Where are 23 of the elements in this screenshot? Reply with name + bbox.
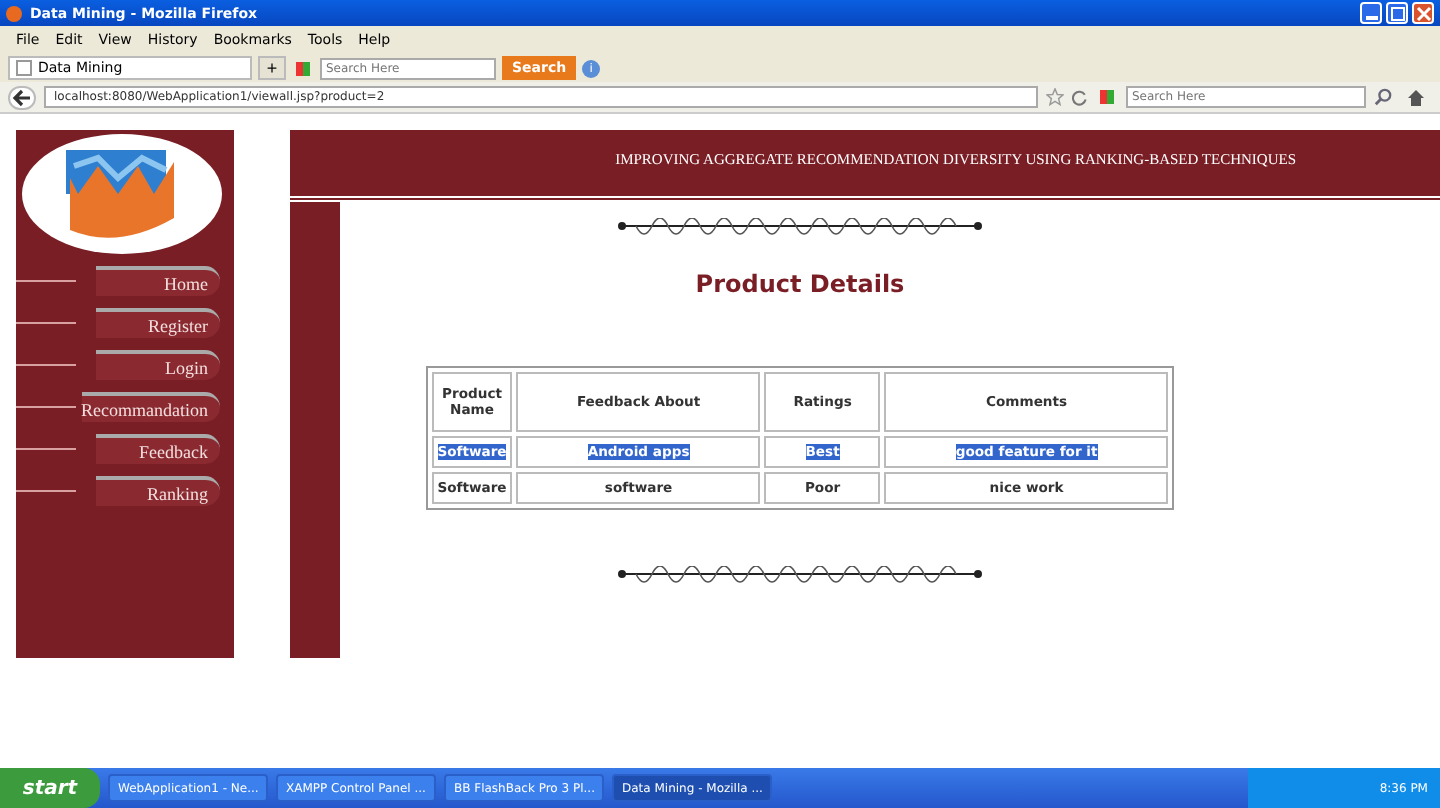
page-heading: Product Details: [695, 270, 905, 298]
nav-button[interactable]: Ranking: [96, 476, 220, 506]
back-button[interactable]: [8, 85, 36, 109]
close-button[interactable]: [1412, 2, 1434, 24]
home-icon[interactable]: [1406, 87, 1426, 107]
nav-button[interactable]: Recommandation: [81, 392, 220, 422]
minimize-button[interactable]: [1360, 2, 1382, 24]
search-engine-icon: [1100, 90, 1114, 104]
close-icon: [1415, 5, 1431, 21]
start-button[interactable]: start: [0, 768, 100, 808]
nav-button[interactable]: Feedback: [96, 434, 220, 464]
star-icon[interactable]: [1046, 88, 1064, 106]
nav-button[interactable]: Login: [96, 350, 220, 380]
nav-button[interactable]: Home: [96, 266, 220, 296]
search-engine-icon: [296, 61, 310, 75]
nav-button[interactable]: Register: [96, 308, 220, 338]
new-tab-button[interactable]: +: [258, 56, 286, 80]
minimize-icon: [1365, 16, 1377, 20]
maximize-icon: [1389, 5, 1405, 21]
search-icon[interactable]: [1374, 88, 1392, 106]
reload-icon[interactable]: [1072, 89, 1088, 105]
maximize-button[interactable]: [1386, 2, 1408, 24]
firefox-icon: [6, 5, 22, 21]
